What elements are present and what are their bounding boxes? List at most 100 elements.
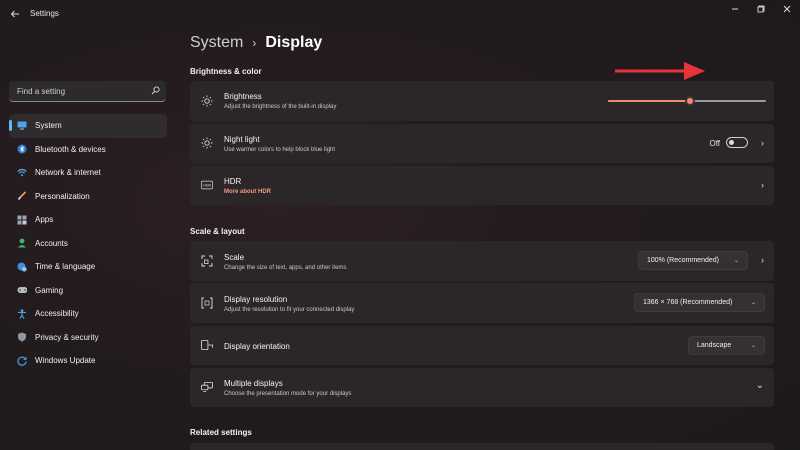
resolution-title: Display resolution xyxy=(224,295,288,304)
sidebar-item-accounts[interactable]: Accounts xyxy=(9,232,167,256)
section-heading: Scale & layout xyxy=(190,227,245,236)
orientation-icon xyxy=(201,339,213,351)
chevron-down-icon: ⌄ xyxy=(755,380,764,391)
close-icon xyxy=(783,5,791,13)
orientation-dropdown[interactable]: Landscape ⌄ xyxy=(688,336,765,355)
orientation-title: Display orientation xyxy=(224,342,290,351)
shield-icon xyxy=(17,332,27,342)
person-icon xyxy=(17,238,27,248)
hdr-card[interactable]: HDR HDR More about HDR › xyxy=(190,166,774,205)
sidebar-item-gaming[interactable]: Gaming xyxy=(9,279,167,303)
scale-title: Scale xyxy=(224,253,245,262)
sidebar-nav: System Bluetooth & devices Network & int… xyxy=(9,114,167,373)
multiple-displays-title: Multiple displays xyxy=(224,379,283,388)
hdr-title: HDR xyxy=(224,177,242,186)
chevron-right-icon: › xyxy=(761,255,764,265)
sidebar-item-label: Windows Update xyxy=(35,356,96,366)
section-heading: Related settings xyxy=(190,428,252,437)
breadcrumb: System › Display xyxy=(190,34,322,52)
sidebar-item-label: Network & internet xyxy=(35,168,101,178)
sun-outline-icon xyxy=(201,137,213,149)
monitor-icon xyxy=(17,121,27,131)
sidebar-item-label: Apps xyxy=(35,215,54,225)
accessibility-icon xyxy=(17,309,27,319)
app-title: Settings xyxy=(30,9,59,18)
arrow-left-icon xyxy=(10,10,19,18)
related-settings-card[interactable] xyxy=(190,443,774,450)
chevron-down-icon: ⌄ xyxy=(750,300,756,306)
orientation-value: Landscape xyxy=(697,342,732,349)
sidebar-item-network[interactable]: Network & internet xyxy=(9,161,167,185)
bluetooth-icon xyxy=(17,144,27,154)
svg-text:HDR: HDR xyxy=(203,184,211,188)
display-resolution-card: Display resolution Adjust the resolution… xyxy=(190,283,774,323)
night-light-title: Night light xyxy=(224,135,260,144)
chevron-right-icon: › xyxy=(252,36,257,50)
scale-subtitle: Change the size of text, apps, and other… xyxy=(224,265,347,271)
chevron-right-icon: › xyxy=(761,138,764,148)
chevron-right-icon: › xyxy=(761,180,764,190)
sidebar-item-label: Privacy & security xyxy=(35,332,99,342)
section-heading: Brightness & color xyxy=(190,67,262,76)
sidebar-item-label: Accessibility xyxy=(35,309,79,319)
scale-value: 100% (Recommended) xyxy=(647,257,719,264)
brightness-slider[interactable] xyxy=(608,96,766,106)
sidebar-item-label: Personalization xyxy=(35,191,90,201)
resolution-icon xyxy=(201,297,213,309)
minimize-button[interactable] xyxy=(722,0,748,18)
night-light-state: Off xyxy=(709,139,720,148)
sidebar-item-apps[interactable]: Apps xyxy=(9,208,167,232)
maximize-button[interactable] xyxy=(748,0,774,18)
sidebar-item-windows-update[interactable]: Windows Update xyxy=(9,349,167,373)
brightness-title: Brightness xyxy=(224,92,262,101)
multiple-displays-icon xyxy=(201,381,213,393)
sidebar-item-label: Bluetooth & devices xyxy=(35,144,106,154)
search-icon xyxy=(151,86,160,97)
resolution-subtitle: Adjust the resolution to fit your connec… xyxy=(224,307,355,313)
title-bar: Settings xyxy=(0,0,800,30)
apps-grid-icon xyxy=(17,215,27,225)
sidebar-item-time-language[interactable]: Time & language xyxy=(9,255,167,279)
hdr-icon: HDR xyxy=(201,179,213,191)
brightness-subtitle: Adjust the brightness of the built-in di… xyxy=(224,104,337,110)
multiple-displays-card[interactable]: Multiple displays Choose the presentatio… xyxy=(190,368,774,407)
scale-icon xyxy=(201,255,213,267)
sidebar-item-bluetooth[interactable]: Bluetooth & devices xyxy=(9,138,167,162)
sidebar-item-system[interactable]: System xyxy=(9,114,167,138)
breadcrumb-parent[interactable]: System xyxy=(190,34,243,52)
sidebar-item-privacy[interactable]: Privacy & security xyxy=(9,326,167,350)
scale-card[interactable]: Scale Change the size of text, apps, and… xyxy=(190,241,774,281)
minimize-icon xyxy=(732,8,738,10)
sidebar-item-personalization[interactable]: Personalization xyxy=(9,185,167,209)
display-orientation-card: Display orientation Landscape ⌄ xyxy=(190,326,774,365)
chevron-down-icon: ⌄ xyxy=(750,343,756,349)
toggle-knob xyxy=(729,140,734,145)
back-button[interactable] xyxy=(8,8,22,22)
resolution-value: 1366 × 768 (Recommended) xyxy=(643,299,733,306)
close-button[interactable] xyxy=(774,0,800,18)
resolution-dropdown[interactable]: 1366 × 768 (Recommended) ⌄ xyxy=(634,293,765,312)
sun-icon xyxy=(201,95,213,107)
update-icon xyxy=(17,356,27,366)
hdr-more-link[interactable]: More about HDR xyxy=(224,189,271,195)
slider-fill xyxy=(608,100,691,102)
chevron-down-icon: ⌄ xyxy=(733,258,739,264)
search-input[interactable]: Find a setting xyxy=(9,81,166,102)
night-light-toggle[interactable] xyxy=(726,137,748,148)
gamepad-icon xyxy=(17,285,27,295)
night-light-subtitle: Use warmer colors to help block blue lig… xyxy=(224,147,336,153)
maximize-icon xyxy=(757,5,765,13)
active-indicator xyxy=(9,120,12,131)
brush-icon xyxy=(17,191,27,201)
annotation-arrow-icon xyxy=(615,62,705,80)
search-placeholder: Find a setting xyxy=(17,87,66,96)
sidebar-item-label: Time & language xyxy=(35,262,96,272)
night-light-card[interactable]: Night light Use warmer colors to help bl… xyxy=(190,124,774,163)
sidebar-item-label: Accounts xyxy=(35,238,68,248)
page-title: Display xyxy=(265,34,323,51)
sidebar-item-accessibility[interactable]: Accessibility xyxy=(9,302,167,326)
sidebar-item-label: Gaming xyxy=(35,285,64,295)
scale-dropdown[interactable]: 100% (Recommended) ⌄ xyxy=(638,251,748,270)
wifi-icon xyxy=(17,168,27,178)
multiple-displays-subtitle: Choose the presentation mode for your di… xyxy=(224,391,352,397)
